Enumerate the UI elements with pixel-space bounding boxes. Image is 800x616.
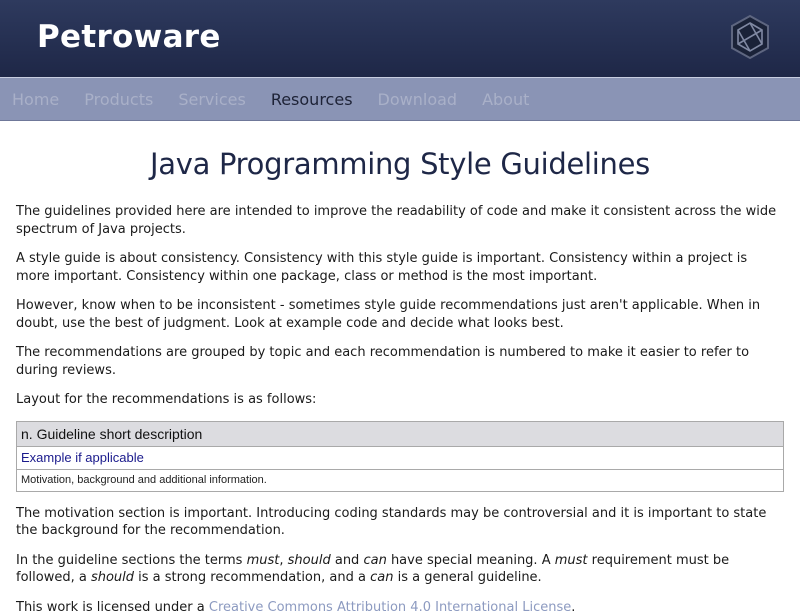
site-header: Petroware — [0, 0, 800, 77]
terms-paragraph: In the guideline sections the terms must… — [16, 552, 784, 587]
guideline-example-cell: Example if applicable — [17, 446, 784, 469]
term-should: should — [91, 570, 134, 585]
main-content: Java Programming Style Guidelines The gu… — [0, 147, 800, 616]
term-must: must — [247, 553, 280, 568]
term-can: can — [370, 570, 393, 585]
guideline-layout-table: n. Guideline short description Example i… — [16, 421, 784, 492]
nav-item-home[interactable]: Home — [12, 90, 59, 109]
nav-item-resources[interactable]: Resources — [271, 90, 353, 109]
nav-item-about[interactable]: About — [482, 90, 529, 109]
motivation-paragraph: The motivation section is important. Int… — [16, 505, 784, 540]
main-nav: Home Products Services Resources Downloa… — [0, 77, 800, 121]
intro-paragraph: The guidelines provided here are intende… — [16, 203, 784, 238]
terms-text: is a general guideline. — [393, 570, 541, 585]
nav-item-download[interactable]: Download — [378, 90, 458, 109]
term-should: should — [288, 553, 331, 568]
layout-paragraph: Layout for the recommendations is as fol… — [16, 391, 784, 409]
consistency-paragraph: A style guide is about consistency. Cons… — [16, 250, 784, 285]
guideline-heading-cell: n. Guideline short description — [17, 421, 784, 446]
brand-name[interactable]: Petroware — [37, 19, 221, 55]
page-title: Java Programming Style Guidelines — [16, 147, 784, 181]
license-link[interactable]: Creative Commons Attribution 4.0 Interna… — [209, 600, 571, 615]
license-text: . — [571, 600, 575, 615]
grouping-paragraph: The recommendations are grouped by topic… — [16, 344, 784, 379]
terms-text: is a strong recommendation, and a — [134, 570, 370, 585]
terms-text: In the guideline sections the terms — [16, 553, 247, 568]
nav-item-products[interactable]: Products — [84, 90, 153, 109]
license-text: This work is licensed under a — [16, 600, 209, 615]
terms-text: and — [331, 553, 364, 568]
guideline-motivation-cell: Motivation, background and additional in… — [17, 469, 784, 491]
term-must: must — [555, 553, 588, 568]
nav-item-services[interactable]: Services — [178, 90, 245, 109]
hexagon-logo-icon[interactable] — [728, 14, 772, 60]
license-paragraph: This work is licensed under a Creative C… — [16, 599, 784, 616]
terms-text: , — [279, 553, 287, 568]
term-can: can — [363, 553, 386, 568]
terms-text: have special meaning. A — [387, 553, 555, 568]
inconsistency-paragraph: However, know when to be inconsistent - … — [16, 297, 784, 332]
